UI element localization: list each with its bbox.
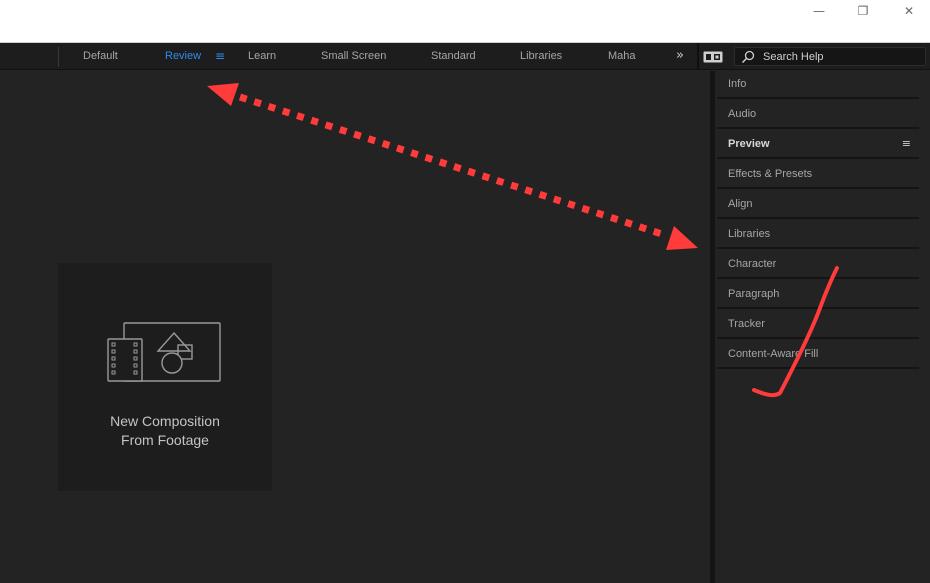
search-icon (741, 50, 755, 64)
restore-button[interactable]: ❐ (840, 0, 886, 22)
panel-label: Content-Aware Fill (728, 348, 819, 360)
composition-viewer: New Composition From Footage (0, 71, 710, 583)
footage-composition-icon (107, 322, 221, 382)
workspace-overflow-icon[interactable]: » (676, 43, 684, 70)
after-effects-window: — ❐ ✕ Default Review ≡ Learn Small Scree… (0, 0, 930, 583)
close-button[interactable]: ✕ (886, 0, 930, 22)
new-composition-label: New Composition (110, 413, 220, 429)
panel-label: Preview (728, 138, 770, 150)
panel-label: Character (728, 258, 777, 270)
panel-stack: Info Audio Preview ≡ Effects & Presets Al… (715, 71, 930, 583)
workspace-tab-learn[interactable]: Learn (248, 43, 276, 70)
edit-workspaces-icon[interactable] (703, 51, 723, 63)
panel-effects-presets[interactable]: Effects & Presets (717, 161, 919, 189)
panel-audio[interactable]: Audio (717, 101, 919, 129)
workspace-tab-libraries[interactable]: Libraries (520, 43, 562, 70)
panel-label: Libraries (728, 228, 771, 240)
workspace-bar: Default Review ≡ Learn Small Screen Stan… (0, 43, 930, 70)
new-composition-from-footage-button[interactable]: New Composition From Footage (58, 263, 272, 491)
panel-content-aware-fill[interactable]: Content-Aware Fill (717, 341, 919, 369)
minimize-button[interactable]: — (796, 0, 842, 22)
panel-label: Paragraph (728, 288, 780, 300)
workspace-tab-small-screen[interactable]: Small Screen (321, 43, 386, 70)
panel-paragraph[interactable]: Paragraph (717, 281, 919, 309)
from-footage-label: From Footage (121, 432, 209, 448)
workspace-menu-icon[interactable]: ≡ (215, 43, 225, 70)
panel-info[interactable]: Info (717, 71, 919, 99)
workspace-divider (697, 43, 699, 70)
workspace-tab-maha[interactable]: Maha (608, 43, 636, 70)
panel-label: Audio (728, 108, 757, 120)
workspace-tab-standard[interactable]: Standard (431, 43, 476, 70)
panel-label: Info (728, 78, 747, 90)
workspace-tab-review[interactable]: Review (165, 43, 201, 70)
panel-tracker[interactable]: Tracker (717, 311, 919, 339)
panel-character[interactable]: Character (717, 251, 919, 279)
panel-label: Tracker (728, 318, 765, 330)
panel-libraries[interactable]: Libraries (717, 221, 919, 249)
search-help-placeholder: Search Help (763, 51, 824, 63)
panel-label: Align (728, 198, 753, 210)
workspace-separator (58, 47, 59, 67)
workspace-tab-default[interactable]: Default (83, 43, 118, 70)
panel-preview[interactable]: Preview ≡ (717, 131, 919, 159)
panel-menu-icon[interactable]: ≡ (902, 131, 911, 157)
window-title-bar: — ❐ ✕ (0, 0, 930, 43)
search-help-field[interactable]: Search Help (734, 47, 926, 66)
panel-align[interactable]: Align (717, 191, 919, 219)
panel-label: Effects & Presets (728, 168, 813, 180)
